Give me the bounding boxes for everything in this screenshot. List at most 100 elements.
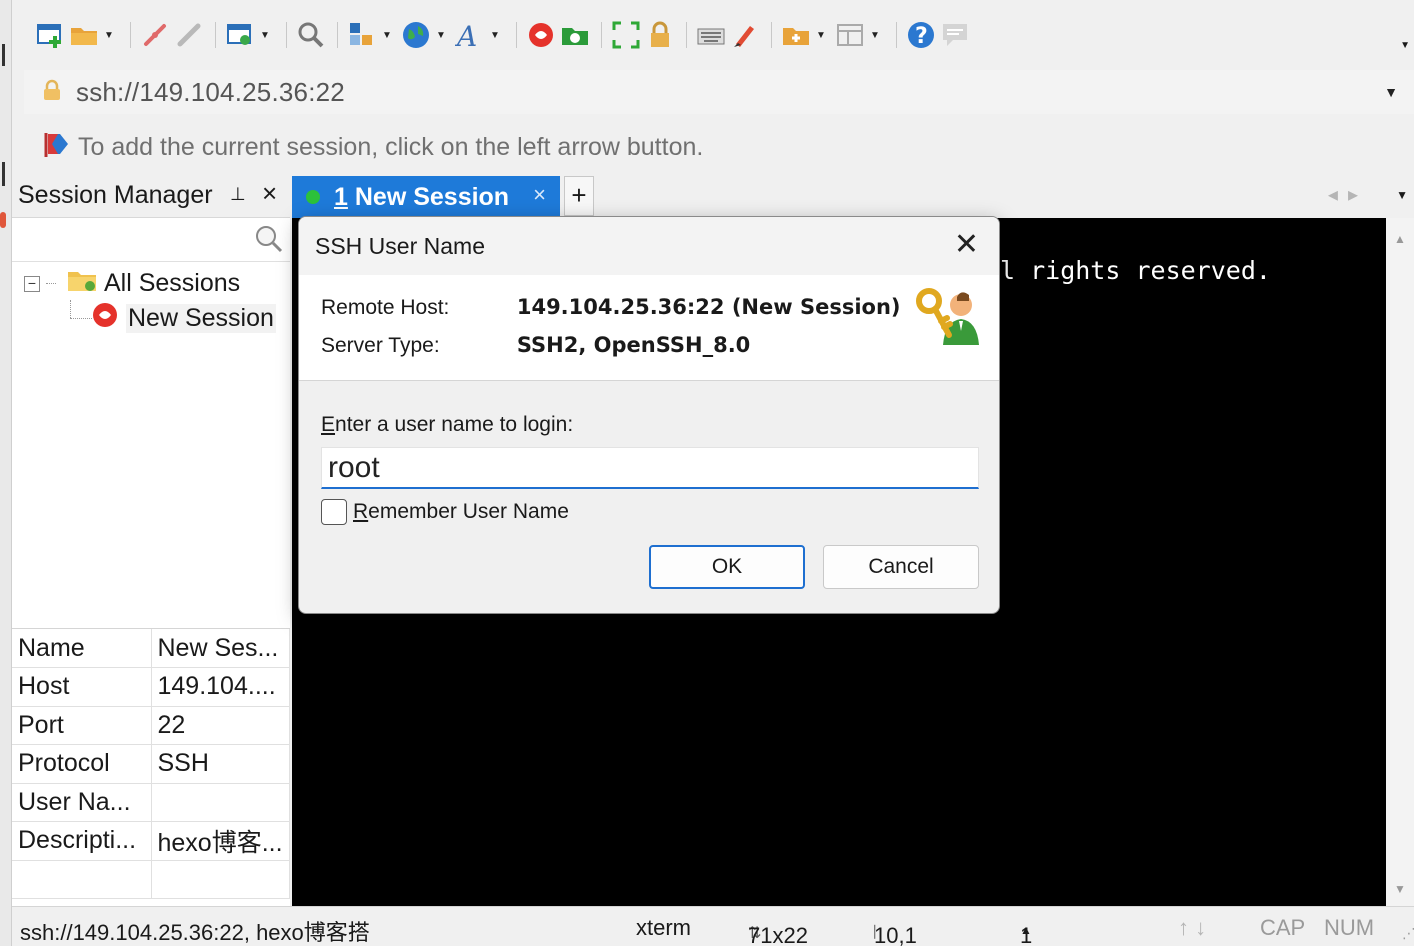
- disconnect-icon[interactable]: [139, 19, 171, 51]
- toolbar-separator: [215, 22, 216, 48]
- xshell-icon[interactable]: [525, 19, 557, 51]
- property-key: [12, 860, 152, 899]
- property-row[interactable]: Descripti... hexo博客...: [12, 821, 290, 861]
- username-prompt: Enter a user name to login:: [321, 413, 574, 436]
- toolbar-separator: [286, 22, 287, 48]
- terminal-text: l rights reserved.: [1000, 256, 1271, 285]
- layout-icon[interactable]: [834, 19, 866, 51]
- globe-icon[interactable]: [400, 19, 432, 51]
- toolbar-separator: [337, 22, 338, 48]
- font-dropdown-arrow[interactable]: ▼: [488, 30, 502, 41]
- ok-button[interactable]: OK: [649, 545, 805, 589]
- remember-username-checkbox[interactable]: Remember User Name: [321, 499, 569, 525]
- remote-host-row: Remote Host: 149.104.25.36:22 (New Sessi…: [321, 295, 901, 320]
- address-url[interactable]: ssh://149.104.25.36:22: [76, 77, 345, 108]
- close-icon[interactable]: ×: [262, 178, 277, 209]
- tab-list-dropdown-arrow[interactable]: ▼: [1396, 188, 1408, 202]
- server-type-label: Server Type:: [321, 334, 440, 357]
- open-folder-icon[interactable]: [68, 19, 100, 51]
- highlight-icon[interactable]: [729, 19, 761, 51]
- remote-host-value: 149.104.25.36:22 (New Session): [516, 295, 901, 319]
- property-row[interactable]: Protocol SSH: [12, 744, 290, 784]
- toolbar-separator: [601, 22, 602, 48]
- edge-mark: [0, 212, 6, 228]
- terminal-scrollbar[interactable]: ▲ ▼: [1386, 218, 1414, 906]
- transfer-dropdown-arrow[interactable]: ▼: [380, 30, 394, 41]
- cancel-button[interactable]: Cancel: [823, 545, 979, 589]
- globe-dropdown-arrow[interactable]: ▼: [434, 30, 448, 41]
- toolbar-overflow-arrow[interactable]: ▼: [1400, 40, 1410, 51]
- dialog-title: SSH User Name: [315, 233, 485, 259]
- svg-text:A: A: [455, 20, 477, 50]
- dialog-title-bar: SSH User Name ✕: [299, 217, 999, 275]
- tree-item-all-sessions[interactable]: − All Sessions: [24, 266, 240, 301]
- new-tab-button[interactable]: +: [564, 176, 594, 216]
- fullscreen-icon[interactable]: [610, 19, 642, 51]
- session-search-input[interactable]: [12, 218, 290, 262]
- new-session-icon[interactable]: [34, 19, 66, 51]
- tree-label: All Sessions: [104, 269, 241, 297]
- open-dropdown-arrow[interactable]: ▼: [102, 30, 116, 41]
- scroll-down-icon[interactable]: ▼: [1394, 882, 1406, 896]
- svg-text:?: ?: [915, 24, 928, 49]
- status-transfer-arrows-icon: ↑ ↓: [1178, 915, 1207, 940]
- search-icon[interactable]: [254, 224, 284, 259]
- property-value: hexo博客...: [151, 821, 290, 861]
- layout-dropdown-arrow[interactable]: ▼: [868, 30, 882, 41]
- status-connection-path: ssh://149.104.25.36:22, hexo博客搭: [20, 920, 370, 945]
- properties-dropdown-arrow[interactable]: ▼: [258, 30, 272, 41]
- xftp-icon[interactable]: [559, 19, 591, 51]
- add-dropdown-arrow[interactable]: ▼: [814, 30, 828, 41]
- user-key-icon: [913, 283, 983, 358]
- property-row[interactable]: Name New Ses...: [12, 629, 290, 668]
- bookmark-arrow-icon[interactable]: [42, 131, 70, 164]
- property-value: SSH: [151, 744, 290, 784]
- lock-icon[interactable]: [644, 19, 676, 51]
- toolbar-separator: [130, 22, 131, 48]
- checkbox-label: Remember User Name: [353, 500, 569, 523]
- property-row[interactable]: Host 149.104....: [12, 667, 290, 707]
- tab-close-icon[interactable]: ×: [533, 182, 546, 208]
- session-manager-title: Session Manager: [18, 181, 213, 209]
- keyboard-icon[interactable]: [695, 19, 727, 51]
- address-dropdown-arrow[interactable]: ▼: [1384, 84, 1398, 100]
- toolbar-separator: [896, 22, 897, 48]
- toolbar-separator: [686, 22, 687, 48]
- xshell-session-icon: [90, 300, 120, 337]
- help-icon[interactable]: ?: [905, 19, 937, 51]
- remote-host-label: Remote Host:: [321, 296, 450, 319]
- chat-icon[interactable]: [939, 19, 971, 51]
- address-bar[interactable]: ssh://149.104.25.36:22 ▼: [24, 70, 1414, 114]
- property-value: [151, 783, 290, 822]
- checkbox-box[interactable]: [321, 499, 347, 525]
- property-value: New Ses...: [151, 629, 290, 668]
- toolbar-separator: [771, 22, 772, 48]
- username-input[interactable]: [321, 447, 979, 489]
- folder-icon: [66, 266, 98, 301]
- session-properties-icon[interactable]: [224, 19, 256, 51]
- collapse-toggle[interactable]: −: [24, 275, 40, 292]
- find-icon[interactable]: [295, 19, 327, 51]
- tree-item-new-session[interactable]: New Session: [68, 300, 276, 337]
- tab-new-session[interactable]: 1 New Session ×: [292, 176, 560, 218]
- property-value: 22: [151, 706, 290, 745]
- property-key: Name: [12, 629, 152, 668]
- property-row[interactable]: User Na...: [12, 783, 290, 822]
- property-key: Host: [12, 667, 152, 707]
- main-toolbar: ▼ ▼ ▼ ▼ A ▼ ▼ ▼ ? ▼: [14, 0, 1414, 70]
- scroll-up-icon[interactable]: ▲: [1394, 232, 1406, 246]
- property-row[interactable]: Port 22: [12, 706, 290, 745]
- tab-scroll-arrows[interactable]: ◂▸: [1328, 182, 1368, 207]
- transfer-icon[interactable]: [346, 19, 378, 51]
- dialog-close-icon[interactable]: ✕: [954, 227, 979, 262]
- session-tab-bar: 1 New Session × + ◂▸ ▼: [292, 174, 1414, 218]
- add-new-icon[interactable]: [780, 19, 812, 51]
- pin-icon[interactable]: ⊥: [230, 184, 246, 205]
- resize-grip-icon[interactable]: ⋰: [1402, 925, 1414, 942]
- sessions-up-arrow-icon[interactable]: ▲: [1020, 923, 1032, 937]
- property-key: Descripti...: [12, 821, 152, 861]
- server-type-value: SSH2, OpenSSH_8.0: [516, 333, 751, 357]
- font-icon[interactable]: A: [454, 19, 486, 51]
- property-key: User Na...: [12, 783, 152, 822]
- reconnect-icon[interactable]: [173, 19, 205, 51]
